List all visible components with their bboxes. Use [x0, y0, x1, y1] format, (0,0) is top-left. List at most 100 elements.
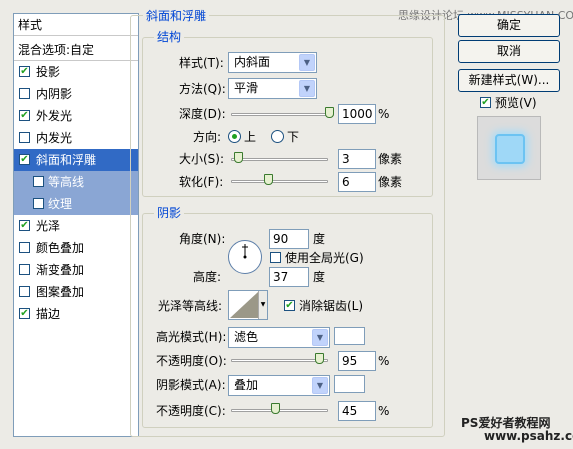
- style-item-checkbox[interactable]: [19, 132, 30, 143]
- shadow-color-swatch[interactable]: [334, 375, 365, 393]
- antialias-label[interactable]: 消除锯齿(L): [299, 298, 363, 314]
- contour-preview-icon: [230, 292, 258, 318]
- style-item-checkbox[interactable]: [19, 88, 30, 99]
- cancel-button[interactable]: 取消: [458, 40, 560, 63]
- structure-title: 结构: [154, 30, 185, 44]
- style-item[interactable]: 内发光: [14, 127, 138, 149]
- style-item-label: 外发光: [36, 109, 73, 123]
- angle-dial[interactable]: [228, 240, 262, 274]
- preview-checkbox[interactable]: ✔: [480, 97, 491, 108]
- highlight-color-swatch[interactable]: [334, 327, 365, 345]
- style-item-label: 等高线: [48, 175, 85, 189]
- highlight-mode-value: 滤色: [234, 330, 259, 344]
- chevron-down-icon: ▼: [258, 291, 267, 319]
- style-item-checkbox[interactable]: ✔: [19, 110, 30, 121]
- style-item[interactable]: ✔ 外发光: [14, 105, 138, 127]
- technique-select[interactable]: 平滑 ▼: [228, 78, 317, 99]
- highlight-mode-select[interactable]: 滤色 ▼: [228, 327, 330, 348]
- direction-down-label[interactable]: 下: [287, 129, 299, 145]
- new-style-button[interactable]: 新建样式(W)...: [458, 69, 560, 92]
- style-item-checkbox[interactable]: ✔: [19, 308, 30, 319]
- highlight-opacity-label: 不透明度(O):: [156, 354, 227, 368]
- style-item-label: 投影: [36, 65, 61, 79]
- soften-slider-thumb[interactable]: [264, 174, 274, 185]
- global-light-checkbox[interactable]: [270, 252, 281, 263]
- style-item-label: 内发光: [36, 131, 73, 145]
- angle-input[interactable]: 90: [269, 229, 309, 249]
- styles-header[interactable]: 样式: [14, 14, 138, 36]
- chevron-down-icon: ▼: [299, 80, 315, 97]
- highlight-opacity-track[interactable]: [231, 359, 328, 362]
- watermark-bottom-2: www.psahz.com: [484, 429, 573, 443]
- gloss-contour-picker[interactable]: ▼: [228, 290, 268, 320]
- direction-up-radio[interactable]: [228, 130, 241, 143]
- style-item-checkbox[interactable]: [19, 286, 30, 297]
- gloss-contour-label: 光泽等高线:: [158, 299, 223, 313]
- altitude-label: 高度:: [193, 270, 222, 284]
- highlight-opacity-input[interactable]: 95: [338, 351, 376, 371]
- style-item-checkbox[interactable]: [33, 176, 44, 187]
- shadow-mode-value: 叠加: [234, 378, 259, 392]
- direction-up-label[interactable]: 上: [244, 129, 256, 145]
- style-preview-thumbnail: [477, 116, 541, 180]
- style-item-checkbox[interactable]: ✔: [19, 154, 30, 165]
- style-item[interactable]: 图案叠加: [14, 281, 138, 303]
- style-item-checkbox[interactable]: ✔: [19, 66, 30, 77]
- style-item[interactable]: ✔ 斜面和浮雕: [14, 149, 138, 171]
- direction-down-radio[interactable]: [271, 130, 284, 143]
- style-item[interactable]: ✔ 投影: [14, 61, 138, 83]
- angle-unit: 度: [313, 232, 326, 246]
- altitude-input[interactable]: 37: [269, 267, 309, 287]
- style-item[interactable]: 渐变叠加: [14, 259, 138, 281]
- style-item-checkbox[interactable]: [19, 264, 30, 275]
- size-input[interactable]: 3: [338, 149, 376, 169]
- style-item-label: 渐变叠加: [36, 263, 85, 277]
- direction-label: 方向:: [193, 130, 222, 144]
- bevel-style-value: 内斜面: [234, 55, 271, 69]
- preview-label[interactable]: 预览(V): [495, 95, 537, 111]
- size-label: 大小(S):: [179, 152, 225, 166]
- soften-slider-track[interactable]: [231, 180, 328, 183]
- global-light-label[interactable]: 使用全局光(G): [285, 250, 364, 266]
- depth-unit: %: [378, 107, 390, 121]
- bevel-style-select[interactable]: 内斜面 ▼: [228, 52, 317, 73]
- technique-value: 平滑: [234, 81, 259, 95]
- blend-options-item[interactable]: 混合选项:自定: [14, 39, 138, 61]
- antialias-checkbox[interactable]: ✔: [284, 300, 295, 311]
- ok-button[interactable]: 确定: [458, 14, 560, 37]
- style-item-checkbox[interactable]: [33, 198, 44, 209]
- shadow-opacity-input[interactable]: 45: [338, 401, 376, 421]
- style-subitem[interactable]: 纹理: [14, 193, 138, 215]
- style-item[interactable]: 内阴影: [14, 83, 138, 105]
- depth-slider-thumb[interactable]: [325, 107, 334, 118]
- angle-label: 角度(N):: [179, 232, 226, 246]
- chevron-down-icon: ▼: [312, 329, 328, 346]
- style-item-checkbox[interactable]: ✔: [19, 220, 30, 231]
- shadow-mode-select[interactable]: 叠加 ▼: [228, 375, 330, 396]
- highlight-opacity-thumb[interactable]: [314, 353, 324, 364]
- style-item[interactable]: ✔ 描边: [14, 303, 138, 325]
- style-item-checkbox[interactable]: [19, 242, 30, 253]
- depth-slider-track[interactable]: [231, 113, 334, 116]
- altitude-unit: 度: [313, 270, 326, 284]
- shading-title: 阴影: [154, 206, 185, 220]
- shadow-opacity-label: 不透明度(C):: [156, 404, 226, 418]
- chevron-down-icon: ▼: [312, 377, 328, 394]
- style-item[interactable]: ✔ 光泽: [14, 215, 138, 237]
- style-item-label: 纹理: [48, 197, 73, 211]
- soften-input[interactable]: 6: [338, 172, 376, 192]
- soften-unit: 像素: [378, 175, 403, 189]
- bevel-emboss-title: 斜面和浮雕: [143, 9, 210, 23]
- depth-input[interactable]: 1000: [338, 104, 376, 124]
- style-item-label: 描边: [36, 307, 61, 321]
- shadow-mode-label: 阴影模式(A):: [156, 378, 226, 392]
- depth-label: 深度(D):: [179, 107, 226, 121]
- shadow-opacity-thumb[interactable]: [270, 403, 280, 414]
- style-item[interactable]: 颜色叠加: [14, 237, 138, 259]
- style-subitem[interactable]: 等高线: [14, 171, 138, 193]
- chevron-down-icon: ▼: [299, 54, 315, 71]
- size-slider-track[interactable]: [231, 158, 328, 161]
- size-unit: 像素: [378, 152, 403, 166]
- size-slider-thumb[interactable]: [233, 152, 243, 163]
- style-item-label: 图案叠加: [36, 285, 85, 299]
